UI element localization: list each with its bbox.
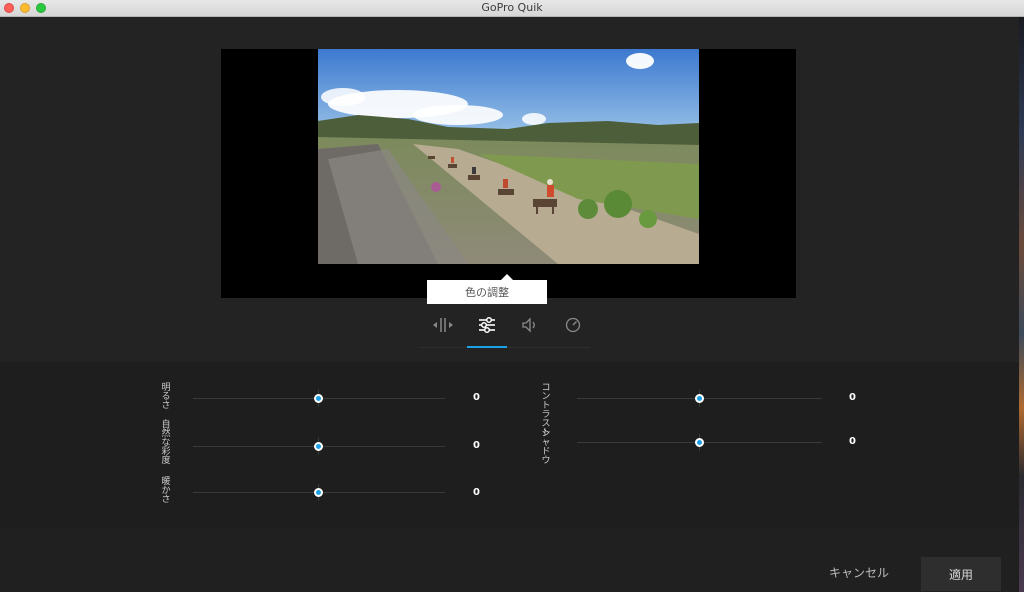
tooltip-color-adjust: 色の調整 (427, 274, 547, 304)
tab-audio[interactable] (510, 310, 550, 340)
tab-trim[interactable] (423, 310, 463, 340)
preview-scene (318, 49, 699, 264)
trim-icon (433, 318, 453, 332)
tab-speed[interactable] (553, 310, 593, 340)
shadows-value: 0 (849, 436, 856, 447)
preview-image (318, 49, 699, 264)
contrast-slider-thumb[interactable] (695, 394, 704, 403)
video-preview (221, 49, 796, 298)
speed-icon (565, 317, 581, 333)
tab-color-adjust[interactable] (467, 310, 507, 340)
window-title: GoPro Quik (481, 1, 543, 14)
vibrance-label: 自然な彩度 (161, 420, 171, 466)
vibrance-slider-thumb[interactable] (314, 442, 323, 451)
apply-button[interactable]: 適用 (921, 557, 1001, 591)
tooltip-text: 色の調整 (465, 286, 509, 299)
window-titlebar: GoPro Quik (0, 0, 1024, 17)
volume-icon (522, 317, 535, 333)
active-tab-indicator (467, 346, 507, 348)
footer-bar: キャンセル 適用 (0, 529, 1019, 592)
app-content: 色の調整 明るさ 0 自然な彩度 0 暖かさ 0 コントラスト 0 シャドウ 0… (0, 17, 1019, 592)
brightness-value: 0 (473, 392, 480, 403)
vibrance-value: 0 (473, 440, 480, 451)
sliders-icon (479, 316, 495, 334)
editor-tabs (420, 310, 590, 350)
brightness-slider-thumb[interactable] (314, 394, 323, 403)
warmth-slider-thumb[interactable] (314, 488, 323, 497)
warmth-label: 暖かさ (161, 477, 171, 505)
contrast-value: 0 (849, 392, 856, 403)
warmth-value: 0 (473, 487, 480, 498)
shadows-label: シャドウ (541, 429, 551, 466)
cancel-button[interactable]: キャンセル (818, 559, 900, 585)
shadows-slider-thumb[interactable] (695, 438, 704, 447)
desktop-background-strip (1019, 17, 1024, 592)
brightness-label: 明るさ (161, 383, 171, 411)
adjustment-panel: 明るさ 0 自然な彩度 0 暖かさ 0 コントラスト 0 シャドウ 0 (0, 362, 1019, 529)
